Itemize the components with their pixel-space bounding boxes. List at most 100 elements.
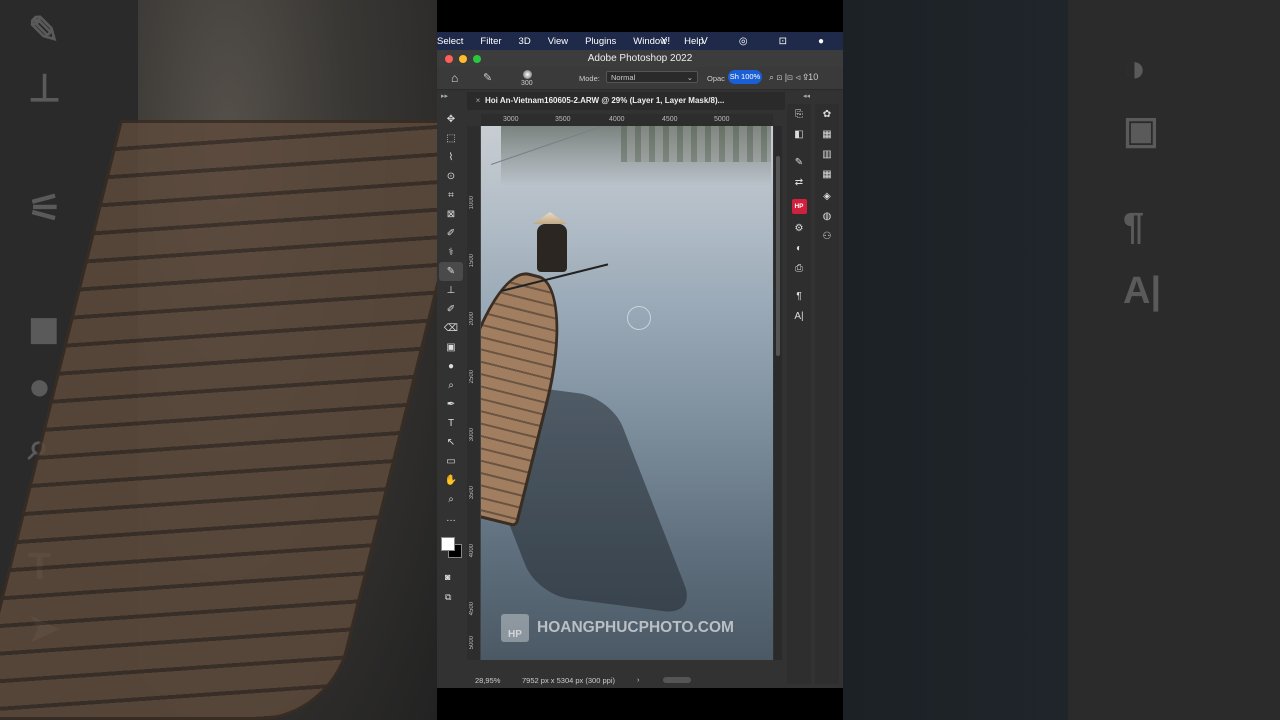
opacity-label: Opac: [707, 74, 725, 83]
photo-person: [537, 224, 567, 272]
crop-tool-icon[interactable]: ⌗: [439, 186, 463, 205]
ruler-label: 4500: [469, 602, 475, 616]
hand-tool-icon[interactable]: ✋: [439, 471, 463, 490]
collapse-panels-icon[interactable]: ◂◂: [803, 92, 810, 100]
color-panel-icon[interactable]: ✿: [815, 104, 839, 124]
background-left-blur: ✎ ⊥ ⚟ ◼ ● ⌕ T ➤: [0, 0, 437, 720]
healing-tool-icon[interactable]: ⚕: [439, 243, 463, 262]
history-panel-icon[interactable]: ⎘: [787, 104, 811, 124]
clone-stamp-tool-icon[interactable]: ⊥: [439, 281, 463, 300]
window-titlebar: Adobe Photoshop 2022: [437, 50, 843, 67]
ruler-label: 5000: [714, 116, 730, 123]
dodge-tool-icon[interactable]: ⌕: [439, 376, 463, 395]
move-tool-icon[interactable]: ✥: [439, 110, 463, 129]
background-glyph: ◼: [28, 308, 60, 350]
vertical-scrollbar[interactable]: [774, 126, 782, 660]
ruler-label: 4000: [469, 544, 475, 558]
comments-panel-icon[interactable]: ◧: [787, 124, 811, 144]
quick-select-tool-icon[interactable]: ⊙: [439, 167, 463, 186]
brush-tool-icon[interactable]: ✎: [439, 262, 463, 281]
paths-panel-icon[interactable]: ⚇: [815, 226, 839, 246]
minimize-window-button[interactable]: [459, 55, 467, 63]
brush-size-preview[interactable]: [523, 70, 532, 79]
blend-mode-select[interactable]: Normal ⌄: [606, 71, 698, 83]
lasso-tool-icon[interactable]: ⌇: [439, 148, 463, 167]
menu-3d[interactable]: 3D: [519, 36, 531, 47]
adjust-icon[interactable]: ⇄: [787, 172, 811, 192]
watermark-logo: HP: [501, 614, 529, 642]
quick-mask-icon[interactable]: ◙: [445, 572, 450, 582]
display-icon[interactable]: ⊡: [779, 36, 787, 47]
status-menu-arrow-icon[interactable]: ›: [637, 675, 640, 684]
collapse-toolbar-icon[interactable]: ▸▸: [441, 92, 448, 100]
path-select-tool-icon[interactable]: ↖: [439, 433, 463, 452]
character-icon[interactable]: A|: [787, 306, 811, 326]
app-y-icon[interactable]: Y!: [661, 36, 670, 47]
document-canvas[interactable]: HP HOANGPHUCPHOTO.COM: [481, 126, 773, 660]
eyedropper-tool-icon[interactable]: ✐: [439, 224, 463, 243]
watermark-text: HOANGPHUCPHOTO.COM: [537, 619, 734, 636]
hp-plugin-icon[interactable]: HP: [787, 196, 811, 216]
close-window-button[interactable]: [445, 55, 453, 63]
brush-preset-icon[interactable]: ✎: [483, 71, 492, 84]
zoom-level[interactable]: 28,95%: [475, 676, 500, 685]
swatches-panel-icon[interactable]: ▦: [815, 124, 839, 144]
brush-settings-icon[interactable]: ✎: [787, 152, 811, 172]
status-dot-icon[interactable]: ●: [818, 36, 824, 47]
close-document-icon[interactable]: ×: [471, 92, 485, 110]
document-dimensions: 7952 px x 5304 px (300 ppi): [522, 676, 615, 685]
screen-mode-icon[interactable]: ⧉: [445, 592, 451, 603]
menu-select[interactable]: Select: [437, 36, 463, 47]
background-glyph: ⊥: [28, 68, 62, 110]
eraser-tool-icon[interactable]: ⌫: [439, 319, 463, 338]
background-right-blur: ◑ ▣ ¶ A|: [843, 0, 1280, 720]
adjustments-icon[interactable]: ◐: [787, 238, 811, 258]
pen-tool-icon[interactable]: ✒: [439, 395, 463, 414]
gradient-tool-icon[interactable]: ▣: [439, 338, 463, 357]
menu-filter[interactable]: Filter: [480, 36, 501, 47]
options-bar: ⌂ ✎ 300 Mode: Normal ⌄ Opac Sh 100% ⌕ ⊡ |…: [437, 67, 843, 90]
brush-size-value: 300: [521, 80, 533, 87]
paragraph-icon[interactable]: ¶: [787, 286, 811, 306]
edit-toolbar-icon[interactable]: …: [439, 509, 463, 528]
background-glyph: ⚟: [28, 188, 63, 230]
creative-cloud-icon[interactable]: ◎: [739, 36, 748, 47]
rectangle-tool-icon[interactable]: ▭: [439, 452, 463, 471]
ruler-label: 4500: [662, 116, 678, 123]
blur-tool-icon[interactable]: ●: [439, 357, 463, 376]
watermark: HP HOANGPHUCPHOTO.COM: [501, 614, 734, 642]
menu-view[interactable]: View: [548, 36, 568, 47]
options-right-icons[interactable]: ⌕ ⊡ |⊡ ⊲ ⇪10: [769, 72, 818, 83]
background-glyph: ◑: [1123, 48, 1146, 90]
photoshop-window: Select Filter 3D View Plugins Window Hel…: [437, 32, 843, 688]
chevron-down-icon: ⌄: [686, 73, 693, 82]
marquee-tool-icon[interactable]: ⬚: [439, 129, 463, 148]
channels-panel-icon[interactable]: ◍: [815, 206, 839, 226]
opacity-shortcut-pill[interactable]: Sh 100%: [728, 70, 762, 84]
ruler-label: 5000: [469, 636, 475, 650]
horizontal-scroll-thumb[interactable]: [663, 677, 691, 683]
frame-tool-icon[interactable]: ⊠: [439, 205, 463, 224]
type-tool-icon[interactable]: T: [439, 414, 463, 433]
background-glyph: ●: [28, 366, 51, 408]
app-v-icon[interactable]: V: [701, 36, 708, 47]
gradients-panel-icon[interactable]: ▥: [815, 144, 839, 164]
properties-icon[interactable]: ⚙: [787, 218, 811, 238]
menu-plugins[interactable]: Plugins: [585, 36, 616, 47]
history-brush-tool-icon[interactable]: ✐: [439, 300, 463, 319]
hp-plugin-badge: HP: [791, 198, 807, 214]
home-icon[interactable]: ⌂: [451, 71, 458, 85]
libraries-icon[interactable]: ⎙: [787, 258, 811, 278]
foreground-color-swatch[interactable]: [441, 537, 455, 551]
background-glyph: A|: [1123, 270, 1162, 312]
mode-label: Mode:: [579, 74, 600, 83]
layers-panel-icon[interactable]: ◈: [815, 186, 839, 206]
status-bar: 28,95% 7952 px x 5304 px (300 ppi) ›: [467, 674, 785, 688]
patterns-panel-icon[interactable]: ▦: [815, 164, 839, 184]
blend-mode-value: Normal: [611, 73, 636, 82]
color-swatches[interactable]: [441, 537, 463, 559]
document-tab[interactable]: × Hoi An-Vietnam160605-2.ARW @ 29% (Layer…: [467, 92, 785, 110]
zoom-tool-icon[interactable]: ⌕: [439, 490, 463, 509]
vertical-scroll-thumb[interactable]: [776, 156, 780, 356]
zoom-window-button[interactable]: [473, 55, 481, 63]
